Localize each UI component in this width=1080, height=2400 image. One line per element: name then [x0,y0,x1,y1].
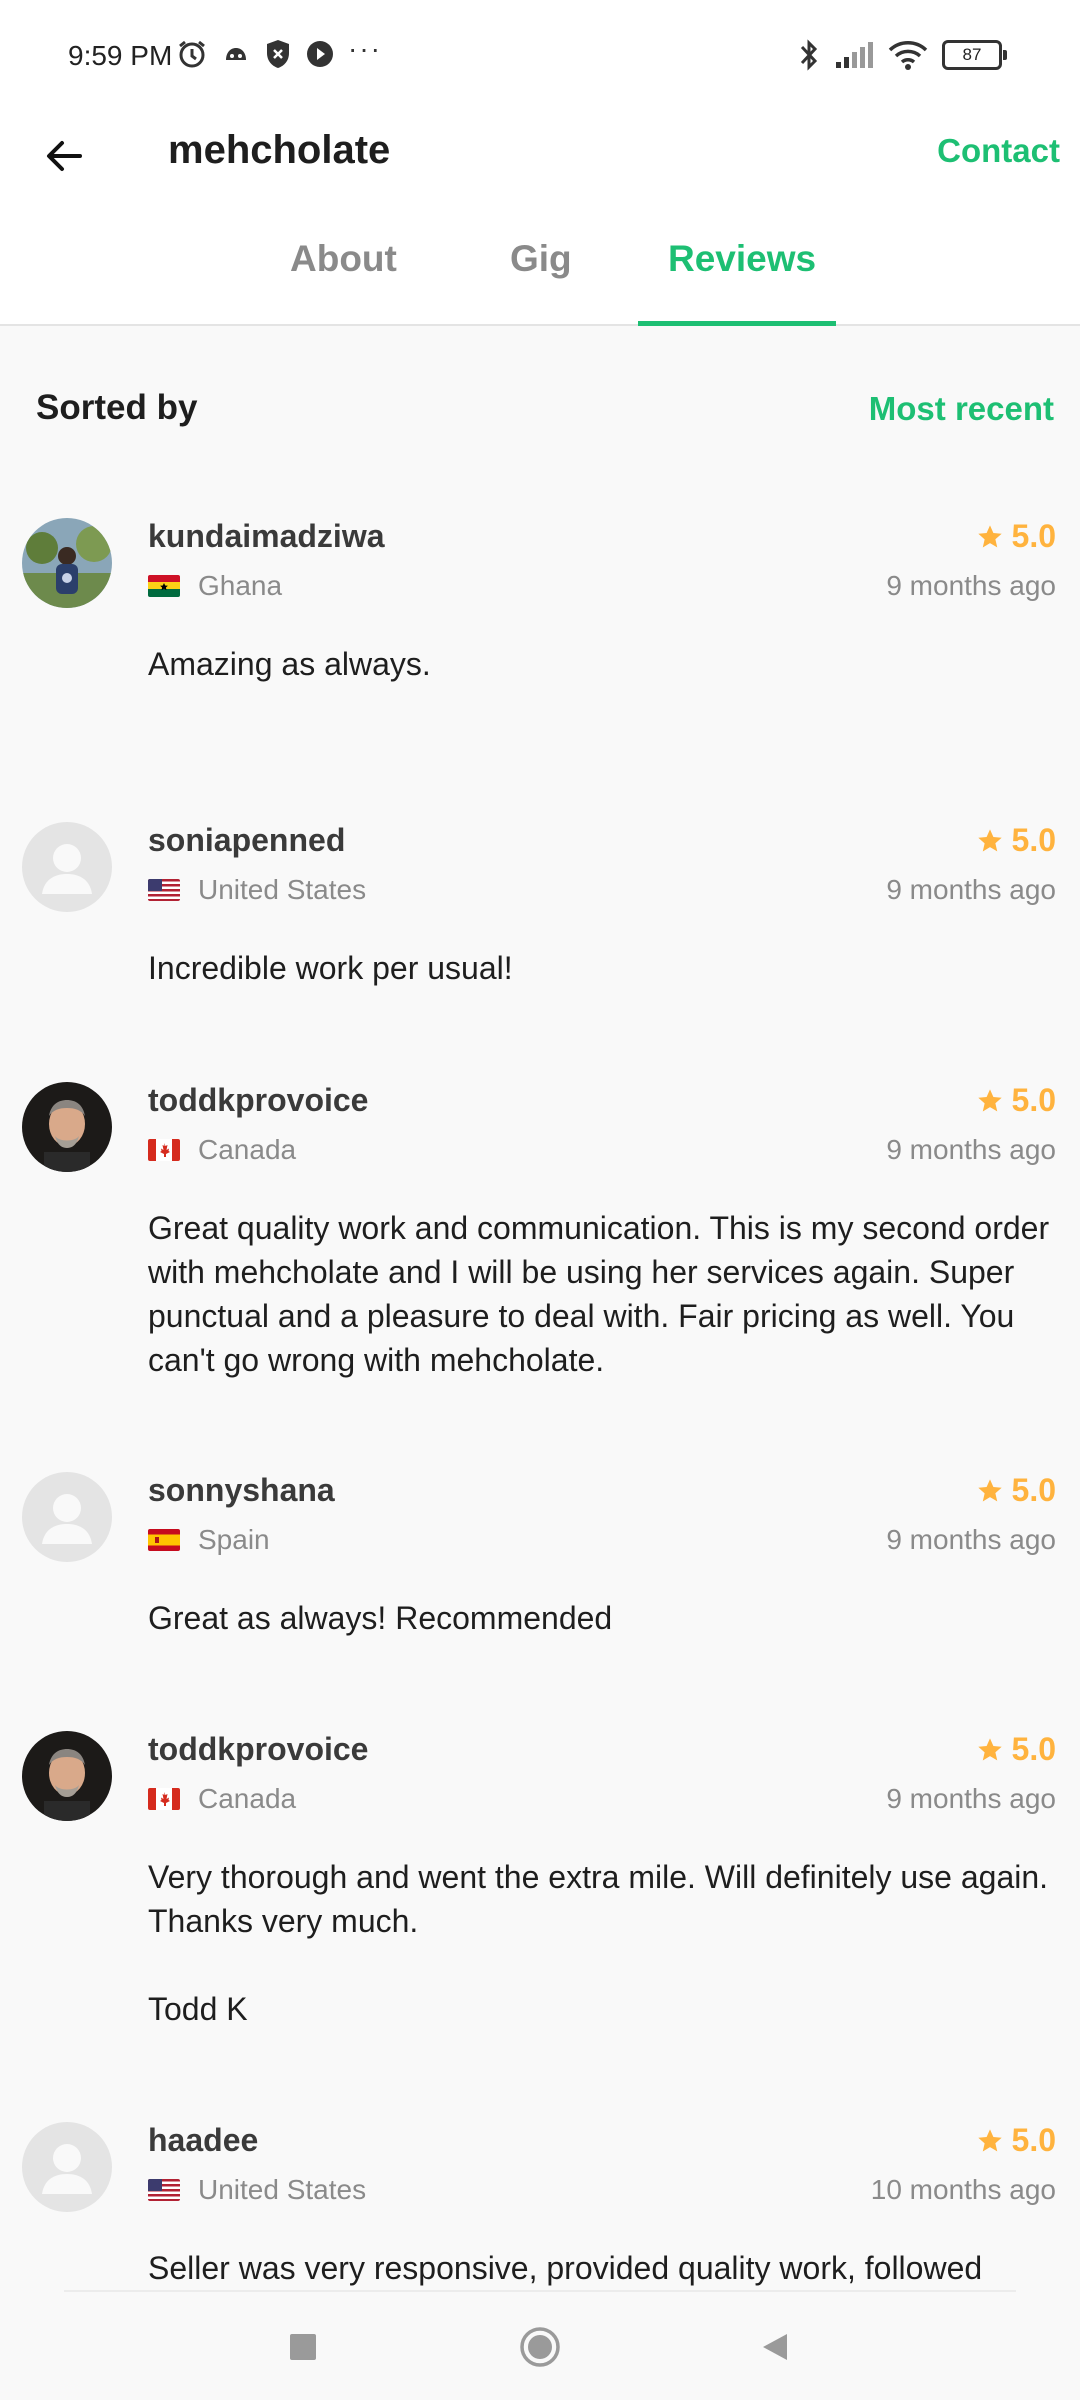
person-icon [22,822,112,912]
notification-icons: ··· [176,33,382,70]
star-icon [977,2128,1002,2151]
star-icon [977,524,1002,547]
sort-label: Sorted by [36,388,198,427]
ghana-flag-icon [148,575,180,597]
reviewer-name[interactable]: sonnyshana [148,1472,335,1509]
reviewer-name[interactable]: toddkprovoice [148,1082,368,1119]
star-icon [977,1478,1002,1501]
reviewer-name[interactable]: kundaimadziwa [148,518,385,555]
review-time: 9 months ago [886,874,1056,905]
tab-gig[interactable]: Gig [510,238,572,280]
reviewer-name[interactable]: haadee [148,2122,258,2159]
country-name: United States [198,2174,367,2205]
us-flag-icon [148,2179,180,2201]
review-text: Seller was very responsive, provided qua… [148,2250,983,2286]
status-time: 9:59 PM [68,40,173,71]
wifi-icon [888,41,928,70]
home-button[interactable] [515,2322,565,2372]
avatar[interactable] [22,1082,112,1172]
country-name: United States [198,874,367,905]
circle-icon [520,2327,560,2367]
person-icon [22,2122,112,2212]
active-tab-indicator [638,321,836,326]
country-name: Canada [198,1134,297,1165]
reviewer-country: United States [148,2174,366,2206]
more-notifications: ··· [348,33,382,64]
reviewer-name[interactable]: toddkprovoice [148,1731,368,1768]
avatar[interactable] [22,518,112,608]
review-time: 9 months ago [886,1524,1056,1555]
canada-flag-icon [148,1139,180,1161]
rating-value: 5.0 [1011,822,1056,858]
contact-button[interactable]: Contact [937,132,1060,170]
rating-value: 5.0 [1011,1731,1056,1767]
nav-back-button[interactable] [750,2322,800,2372]
country-name: Canada [198,1783,297,1814]
us-flag-icon [148,879,180,901]
review-text: Great quality work and communication. Th… [148,1210,1050,1378]
reviewer-name[interactable]: soniapenned [148,822,345,859]
system-nav-bar [0,2292,1080,2400]
review-text: Incredible work per usual! [148,950,513,986]
media-icon [307,41,333,67]
country-name: Spain [198,1524,270,1555]
avatar[interactable] [22,822,112,912]
rating: 5.0 [976,518,1056,555]
rating: 5.0 [976,822,1056,859]
rating: 5.0 [976,1472,1056,1509]
country-name: Ghana [198,570,283,601]
review-time: 10 months ago [870,2174,1056,2205]
sort-dropdown[interactable]: Most recent [869,390,1054,428]
back-button[interactable] [36,128,92,184]
triangle-back-icon [763,2334,787,2360]
avatar[interactable] [22,1472,112,1562]
tab-reviews[interactable]: Reviews [668,238,816,280]
rating-value: 5.0 [1011,1472,1056,1508]
tabs-bar: About Gig Reviews [0,202,1080,326]
spain-flag-icon [148,1529,180,1551]
reviewer-country: Canada [148,1783,296,1815]
person-icon [22,1472,112,1562]
review-time: 9 months ago [886,1783,1056,1814]
tab-about[interactable]: About [290,238,397,280]
avatar-photo [22,518,112,608]
review-time: 9 months ago [886,570,1056,601]
star-icon [977,828,1002,851]
signal-icon [836,42,873,68]
rating: 5.0 [976,1731,1056,1768]
reviewer-country: United States [148,874,366,906]
status-bar: 9:59 PM ··· 87 [0,0,1080,110]
reviewer-country: Ghana [148,570,282,602]
rating: 5.0 [976,1082,1056,1119]
square-icon [290,2334,316,2360]
app-notification-icon [226,48,246,60]
page-title: mehcholate [168,128,391,172]
rating-value: 5.0 [1011,1082,1056,1118]
recents-button[interactable] [278,2322,328,2372]
shield-icon [267,40,289,68]
rating: 5.0 [976,2122,1056,2159]
review-text: Very thorough and went the extra mile. W… [148,1859,1049,2027]
review-text: Amazing as always. [148,646,431,682]
star-icon [977,1737,1002,1760]
battery-indicator: 87 [942,40,1007,70]
canada-flag-icon [148,1788,180,1810]
arrow-left-icon [47,141,82,171]
review-text: Great as always! Recommended [148,1600,613,1636]
app-header: mehcholate Contact [0,110,1080,202]
reviewer-country: Canada [148,1134,296,1166]
avatar[interactable] [22,1731,112,1821]
alarm-icon [179,40,205,68]
system-icons: 87 [798,38,1007,72]
avatar-photo [22,1731,112,1821]
avatar[interactable] [22,2122,112,2212]
reviewer-country: Spain [148,1524,270,1556]
rating-value: 5.0 [1011,2122,1056,2158]
review-time: 9 months ago [886,1134,1056,1165]
avatar-photo [22,1082,112,1172]
star-icon [977,1088,1002,1111]
rating-value: 5.0 [1011,518,1056,554]
bluetooth-icon [800,39,818,71]
